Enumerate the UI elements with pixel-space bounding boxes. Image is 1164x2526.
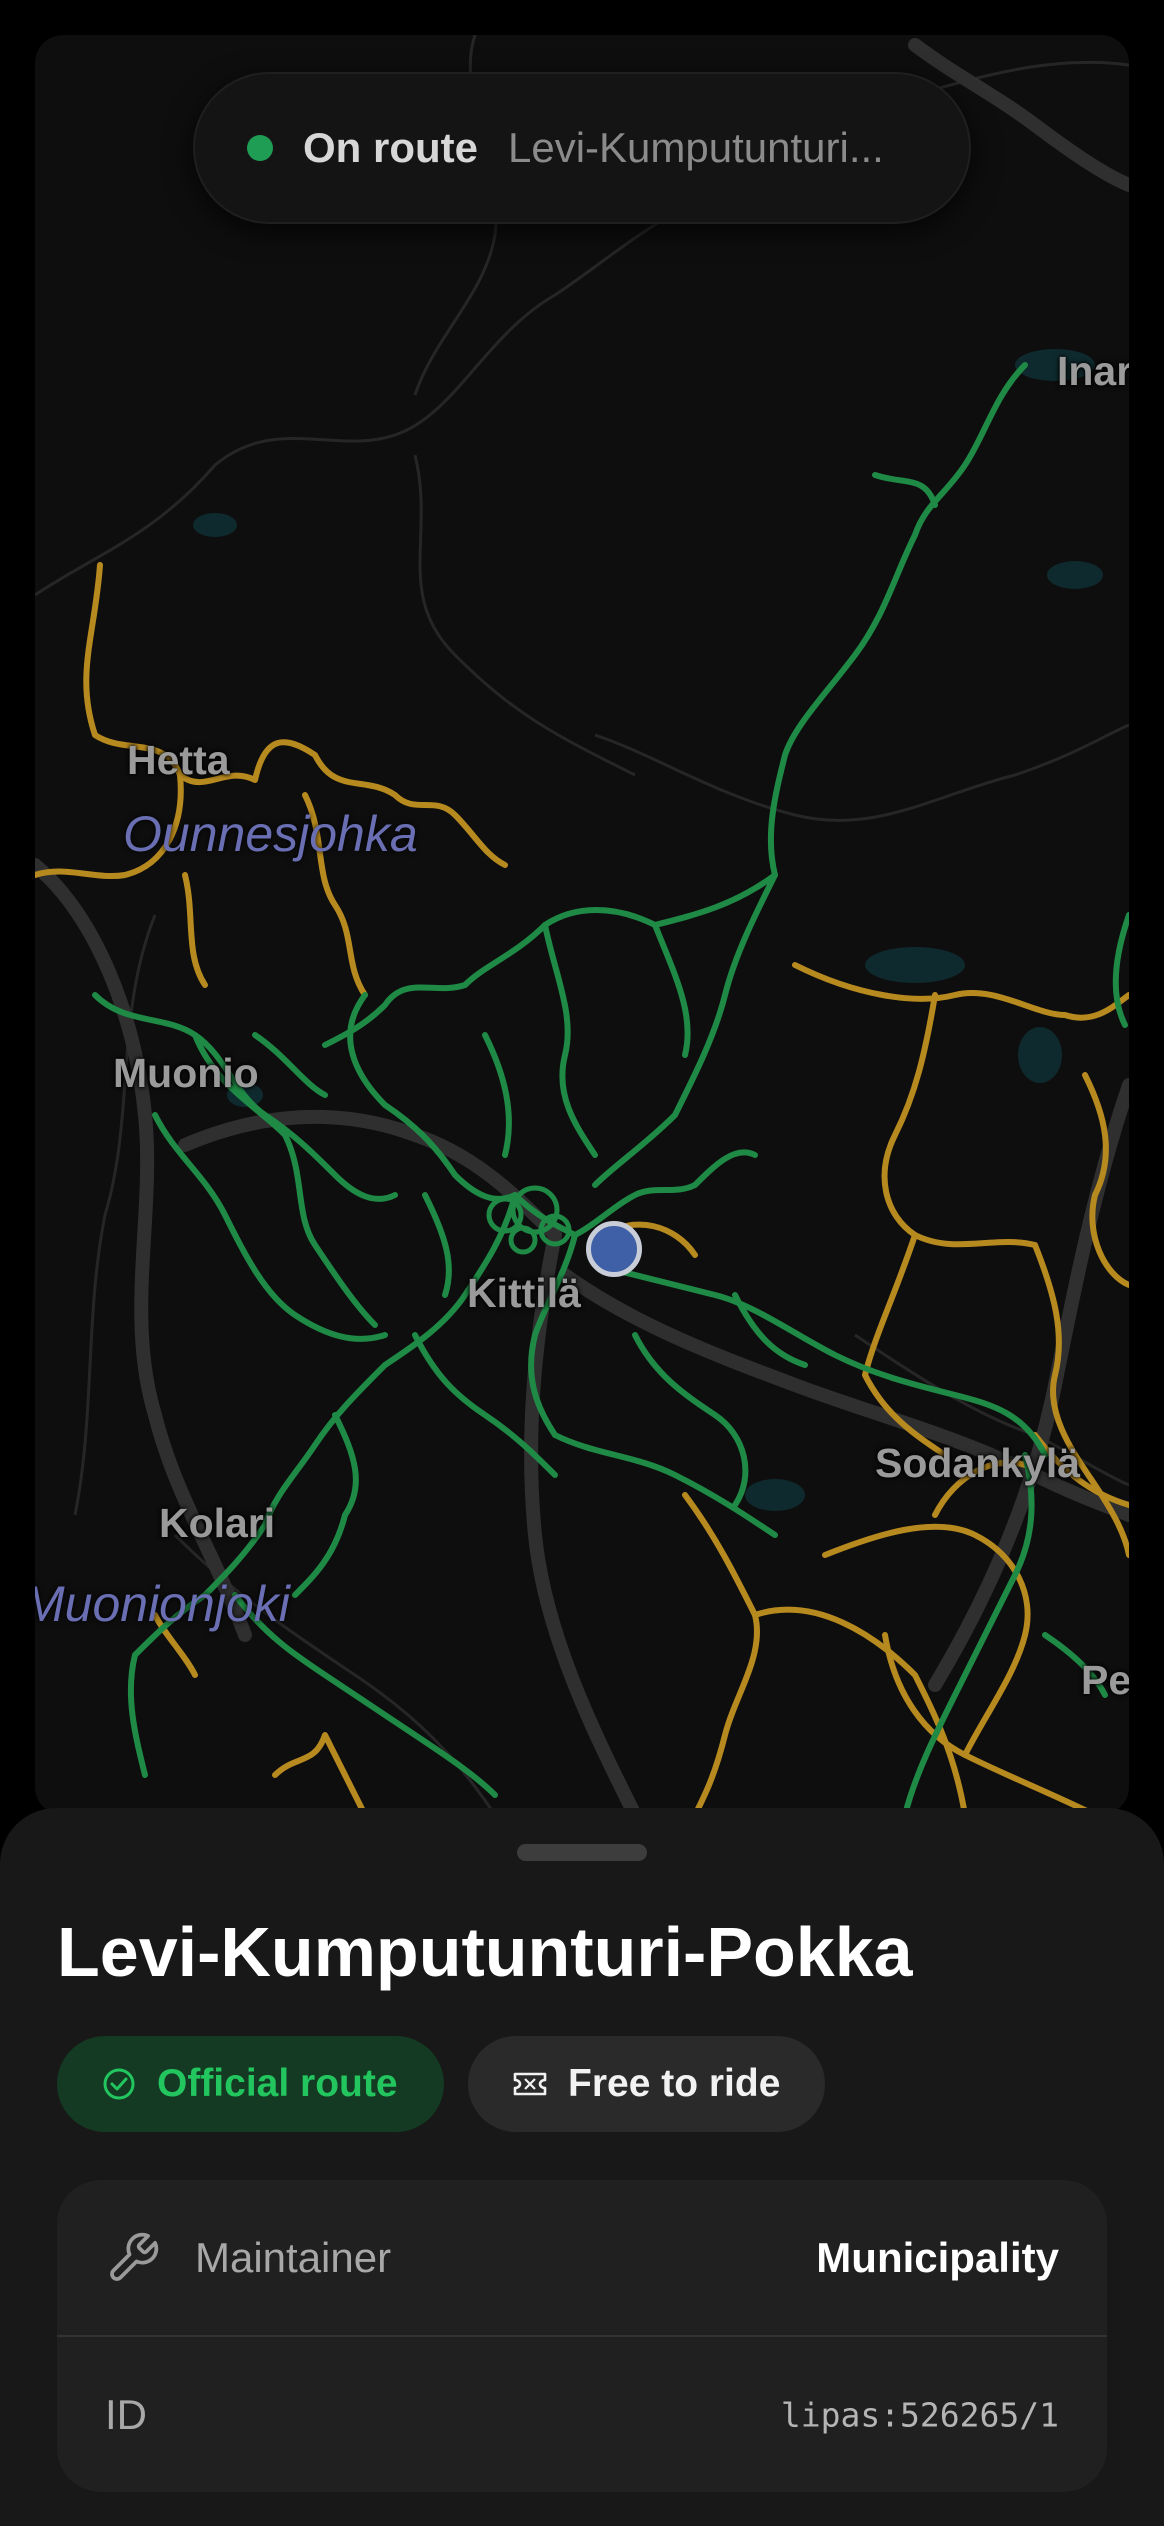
check-circle-icon: [103, 2068, 135, 2100]
place-label-pelkosenniemi: Pe: [1081, 1657, 1129, 1703]
wrench-icon: [110, 2232, 159, 2281]
route-detail-sheet: Levi-Kumputunturi-Pokka Official route F…: [0, 1808, 1164, 2526]
free-to-ride-chip[interactable]: Free to ride: [468, 2036, 825, 2132]
status-label: On route: [303, 124, 478, 171]
water-label-muonionjoki: Muonionjoki: [35, 1576, 290, 1632]
ticket-icon: [513, 2072, 547, 2096]
maintainer-label: Maintainer: [195, 2233, 392, 2281]
route-title: Levi-Kumputunturi-Pokka: [57, 1913, 913, 1991]
maintainer-row: Maintainer Municipality: [57, 2180, 1107, 2335]
id-row: ID lipas:526265/1: [57, 2337, 1107, 2492]
water-label-ounnesjohka: Ounnesjohka: [123, 806, 418, 862]
free-to-ride-label: Free to ride: [568, 2062, 781, 2105]
place-label-inari: Inar: [1057, 348, 1129, 394]
sheet-drag-handle[interactable]: [517, 1844, 647, 1861]
id-label: ID: [105, 2390, 147, 2438]
id-value[interactable]: lipas:526265/1: [781, 2395, 1059, 2434]
route-status-pill[interactable]: On route Levi-Kumputunturi...: [193, 72, 971, 224]
place-label-muonio: Muonio: [113, 1050, 259, 1096]
route-info-card: Maintainer Municipality ID lipas:526265/…: [57, 2180, 1107, 2492]
map-view[interactable]: Hetta Ounnesjohka Muonio Kittilä Kolari …: [35, 35, 1129, 1815]
place-label-hetta: Hetta: [127, 737, 230, 783]
status-indicator-icon: [247, 135, 273, 161]
maintainer-value: Municipality: [816, 2233, 1059, 2281]
place-label-kolari: Kolari: [159, 1500, 276, 1546]
official-route-label: Official route: [157, 2062, 398, 2105]
map-canvas: [35, 35, 1129, 1815]
official-route-chip[interactable]: Official route: [57, 2036, 444, 2132]
place-label-kittila: Kittilä: [467, 1270, 581, 1316]
place-label-sodankyla: Sodankylä: [875, 1440, 1081, 1486]
status-route-name: Levi-Kumputunturi...: [508, 124, 884, 171]
current-location-marker: [586, 1221, 642, 1277]
